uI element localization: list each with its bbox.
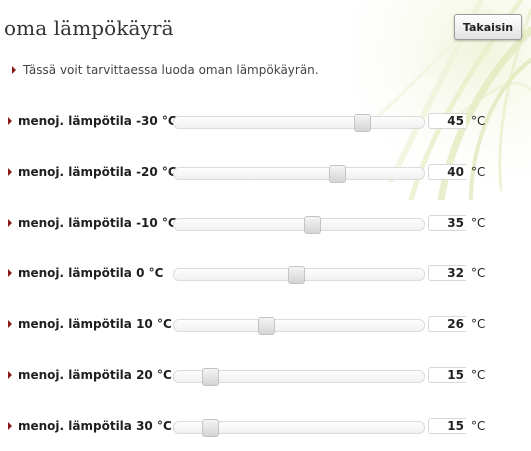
temperature-slider[interactable] <box>173 317 425 335</box>
temperature-value-input[interactable] <box>428 265 466 281</box>
curve-row: menoj. lämpötila 30 °C °C <box>0 417 531 437</box>
row-label-text: menoj. lämpötila -20 °C <box>18 165 177 179</box>
temperature-value-input[interactable] <box>428 113 466 129</box>
row-label: menoj. lämpötila 0 °C <box>8 266 163 280</box>
row-label-text: menoj. lämpötila 10 °C <box>18 317 172 331</box>
unit-label: °C <box>471 266 486 280</box>
triangle-right-icon <box>8 320 12 328</box>
page-title: oma lämpökäyrä <box>4 16 174 40</box>
row-label-text: menoj. lämpötila 30 °C <box>18 419 172 433</box>
temperature-slider[interactable] <box>173 368 425 386</box>
row-label: menoj. lämpötila -20 °C <box>8 165 177 179</box>
temperature-value-input[interactable] <box>428 316 466 332</box>
triangle-right-icon <box>8 422 12 430</box>
row-label-text: menoj. lämpötila 0 °C <box>18 266 164 280</box>
temperature-value-input[interactable] <box>428 367 466 383</box>
slider-handle[interactable] <box>303 216 321 234</box>
unit-label: °C <box>471 419 486 433</box>
back-button[interactable]: Takaisin <box>454 14 522 40</box>
temperature-slider[interactable] <box>173 114 425 132</box>
row-label-text: menoj. lämpötila 20 °C <box>18 368 172 382</box>
temperature-slider[interactable] <box>173 216 425 234</box>
slider-handle[interactable] <box>328 165 346 183</box>
temperature-slider[interactable] <box>173 266 425 284</box>
curve-row: menoj. lämpötila -30 °C °C <box>0 112 531 132</box>
triangle-right-icon <box>8 117 12 125</box>
unit-label: °C <box>471 165 486 179</box>
unit-label: °C <box>471 317 486 331</box>
slider-handle[interactable] <box>202 368 219 386</box>
slider-handle[interactable] <box>354 114 372 132</box>
row-label: menoj. lämpötila -10 °C <box>8 216 177 230</box>
triangle-right-icon <box>8 168 12 176</box>
row-label-text: menoj. lämpötila -30 °C <box>18 114 177 128</box>
row-label: menoj. lämpötila 20 °C <box>8 368 172 382</box>
curve-row: menoj. lämpötila 0 °C °C <box>0 264 531 284</box>
slider-handle[interactable] <box>288 266 306 284</box>
row-label: menoj. lämpötila 10 °C <box>8 317 172 331</box>
unit-label: °C <box>471 216 486 230</box>
temperature-value-input[interactable] <box>428 418 466 434</box>
intro-label: Tässä voit tarvittaessa luoda oman lämpö… <box>23 63 319 77</box>
row-label-text: menoj. lämpötila -10 °C <box>18 216 177 230</box>
triangle-right-icon <box>8 219 12 227</box>
unit-label: °C <box>471 114 486 128</box>
slider-handle[interactable] <box>257 317 275 335</box>
temperature-value-input[interactable] <box>428 215 466 231</box>
intro-text: Tässä voit tarvittaessa luoda oman lämpö… <box>12 63 319 77</box>
curve-row: menoj. lämpötila -20 °C °C <box>0 163 531 183</box>
triangle-right-icon <box>8 371 12 379</box>
temperature-value-input[interactable] <box>428 164 466 180</box>
curve-row: menoj. lämpötila 20 °C °C <box>0 366 531 386</box>
curve-row: menoj. lämpötila 10 °C °C <box>0 315 531 335</box>
temperature-slider[interactable] <box>173 419 425 437</box>
temperature-slider[interactable] <box>173 165 425 183</box>
row-label: menoj. lämpötila -30 °C <box>8 114 177 128</box>
curve-row: menoj. lämpötila -10 °C °C <box>0 214 531 234</box>
row-label: menoj. lämpötila 30 °C <box>8 419 172 433</box>
unit-label: °C <box>471 368 486 382</box>
triangle-right-icon <box>8 269 12 277</box>
triangle-right-icon <box>12 66 16 74</box>
slider-handle[interactable] <box>202 419 219 437</box>
